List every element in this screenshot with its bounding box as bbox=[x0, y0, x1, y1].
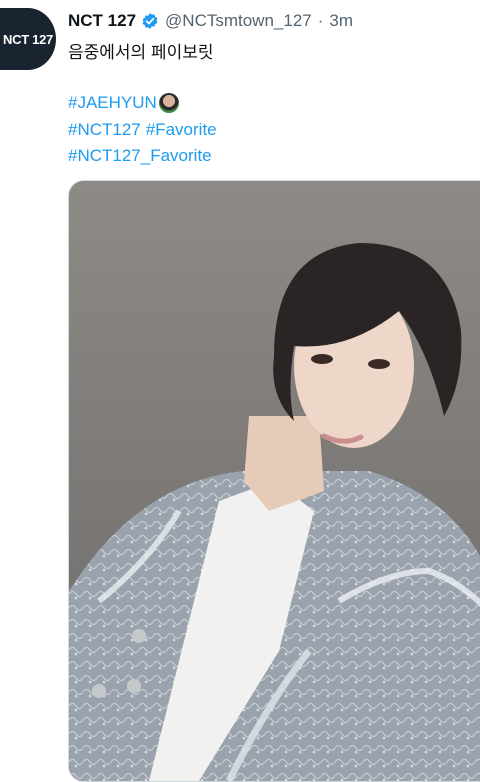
hashtag-line: #NCT127 #Favorite bbox=[68, 117, 222, 144]
selfie-illustration bbox=[69, 181, 480, 781]
tweet-text: 음중에서의 페이보릿 bbox=[68, 43, 214, 62]
user-handle[interactable]: @NCTsmtown_127 bbox=[165, 11, 312, 31]
verified-badge-icon bbox=[141, 12, 159, 30]
display-name[interactable]: NCT 127 bbox=[68, 11, 136, 31]
profile-avatar[interactable]: NCT 127 bbox=[0, 8, 56, 70]
hashtag-link[interactable]: #Favorite bbox=[146, 117, 217, 144]
hashtag-block: #JAEHYUN #NCT127 #Favorite #NCT127_Favor… bbox=[68, 90, 222, 170]
jaehyun-hashflag-icon bbox=[158, 93, 179, 114]
hashtag-line: #JAEHYUN bbox=[68, 90, 222, 117]
hashtag-link[interactable]: #NCT127 bbox=[68, 117, 141, 144]
tweet-timestamp[interactable]: 3m bbox=[329, 11, 353, 31]
tweet-header: NCT 127 @NCTsmtown_127 · 3m bbox=[68, 10, 480, 32]
hashtag-link[interactable]: #JAEHYUN bbox=[68, 90, 157, 117]
hashtag-line: #NCT127_Favorite bbox=[68, 143, 222, 170]
separator-dot: · bbox=[317, 11, 324, 30]
tweet-photo[interactable] bbox=[68, 180, 480, 782]
hashtag-link[interactable]: #NCT127_Favorite bbox=[68, 143, 212, 170]
